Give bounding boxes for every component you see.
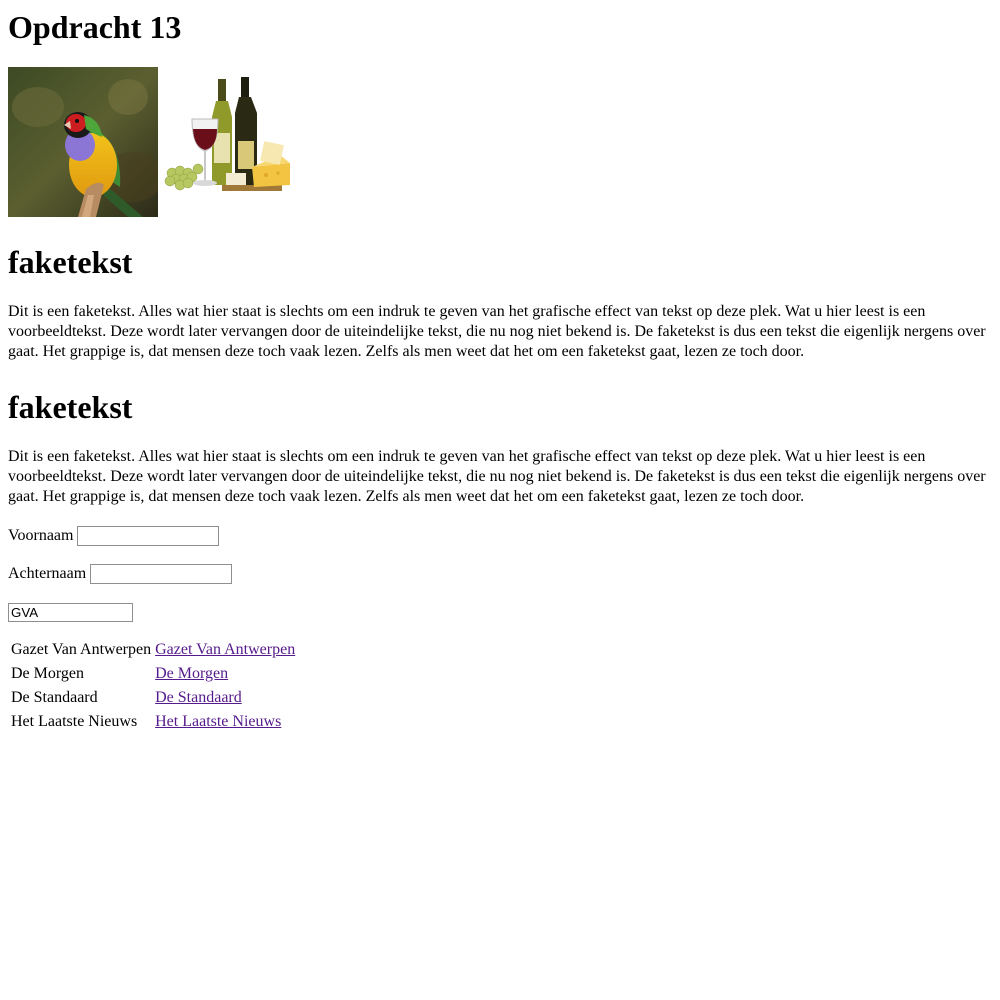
- voornaam-field[interactable]: [77, 526, 220, 546]
- achternaam-field[interactable]: [90, 564, 233, 584]
- newspaper-select-row: GVA: [8, 601, 992, 623]
- section-text-1: Dit is een faketekst. Alles wat hier sta…: [8, 303, 986, 360]
- table-row: Het Laatste Nieuws Het Laatste Nieuws: [10, 711, 296, 733]
- newspaper-name: De Standaard: [11, 689, 98, 706]
- image-row: [8, 67, 992, 217]
- newspaper-name: Gazet Van Antwerpen: [11, 641, 152, 658]
- newspaper-select[interactable]: GVA: [8, 602, 133, 622]
- bird-image: [8, 67, 158, 217]
- table-row: Gazet Van Antwerpen Gazet Van Antwerpen: [10, 639, 296, 661]
- newspaper-link[interactable]: Het Laatste Nieuws: [155, 713, 281, 730]
- achternaam-row: Achternaam: [8, 563, 992, 585]
- newspaper-link[interactable]: De Morgen: [155, 665, 228, 682]
- wine-cheese-image: [162, 77, 296, 211]
- section-heading-1: faketekst: [8, 244, 133, 280]
- section-heading-2: faketekst: [8, 389, 133, 425]
- page-title: Opdracht 13: [8, 9, 182, 45]
- table-row: De Standaard De Standaard: [10, 687, 296, 709]
- table-row: De Morgen De Morgen: [10, 663, 296, 685]
- voornaam-row: Voornaam: [8, 525, 992, 547]
- section-text-2: Dit is een faketekst. Alles wat hier sta…: [8, 448, 986, 505]
- newspaper-link[interactable]: De Standaard: [155, 689, 242, 706]
- page-body: Opdracht 13 faketekst Dit is een faketek…: [8, 0, 992, 735]
- newspaper-name: De Morgen: [11, 665, 85, 682]
- achternaam-label: Achternaam: [8, 565, 87, 582]
- newspaper-name: Het Laatste Nieuws: [11, 713, 138, 730]
- newspaper-table: Gazet Van Antwerpen Gazet Van Antwerpen …: [8, 637, 298, 735]
- newspaper-link[interactable]: Gazet Van Antwerpen: [155, 641, 295, 658]
- voornaam-label: Voornaam: [8, 527, 74, 544]
